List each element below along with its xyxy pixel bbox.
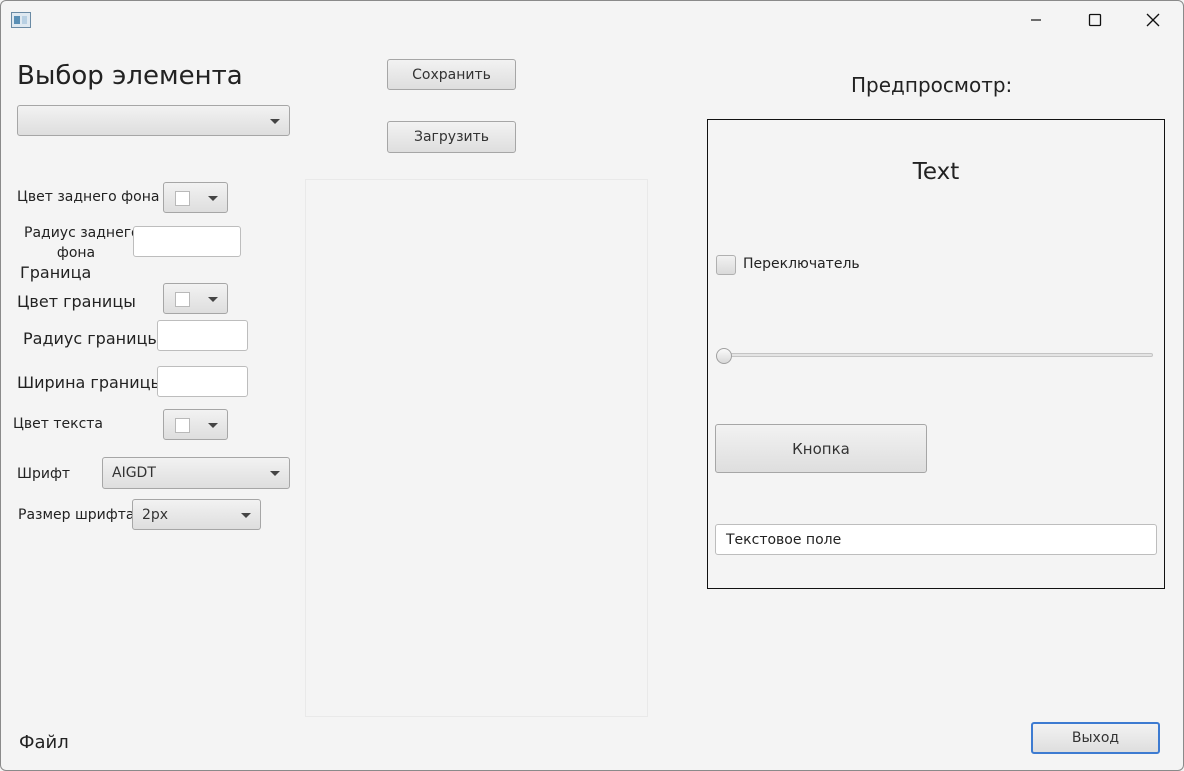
close-button[interactable] [1130,5,1176,35]
element-select[interactable] [17,105,290,136]
font-size-select[interactable]: 2px [132,499,261,530]
border-width-label: Ширина границы [17,373,164,392]
font-select[interactable]: AIGDT [102,457,290,489]
chevron-down-icon [208,195,218,201]
close-icon [1146,13,1160,27]
chevron-down-icon [208,422,218,428]
bg-radius-label-line2: фона [56,245,96,261]
minimize-button[interactable] [1013,5,1059,35]
preview-title: Предпросмотр: [851,73,1013,97]
bg-color-picker[interactable] [163,182,228,213]
chevron-down-icon [241,512,251,518]
bg-color-label: Цвет заднего фона [17,189,160,205]
app-window: Выбор элемента Цвет заднего фона Радиус … [0,0,1184,771]
elements-list[interactable] [305,179,648,717]
font-label: Шрифт [17,466,71,482]
preview-panel: Text Переключатель Кнопка Текстовое поле [707,119,1165,589]
border-section-label: Граница [20,263,92,282]
color-swatch [175,292,190,307]
border-color-label: Цвет границы [17,292,136,311]
load-button[interactable]: Загрузить [387,121,516,153]
preview-textfield[interactable]: Текстовое поле [715,524,1157,555]
app-icon [11,12,31,28]
color-swatch [175,418,190,433]
preview-checkbox[interactable] [716,255,736,275]
bg-radius-input[interactable] [133,226,241,257]
preview-button[interactable]: Кнопка [715,424,927,473]
element-select-title: Выбор элемента [17,61,243,91]
border-radius-input[interactable] [157,320,248,351]
exit-button[interactable]: Выход [1031,722,1160,754]
text-color-label: Цвет текста [13,416,103,432]
bg-radius-label-line1: Радиус заднего [24,225,140,241]
preview-slider-track[interactable] [720,353,1153,357]
font-select-value: AIGDT [112,465,156,481]
preview-text: Text [912,159,960,185]
chevron-down-icon [270,118,280,124]
minimize-icon [1031,19,1041,21]
maximize-icon [1088,13,1102,27]
preview-checkbox-label: Переключатель [743,256,860,272]
file-label: Файл [19,732,69,753]
chevron-down-icon [208,296,218,302]
border-width-input[interactable] [157,366,248,397]
preview-slider-thumb[interactable] [716,348,732,364]
border-radius-label: Радиус границы [23,329,161,348]
chevron-down-icon [270,471,280,476]
maximize-button[interactable] [1072,5,1118,35]
text-color-picker[interactable] [163,409,228,440]
border-color-picker[interactable] [163,283,228,314]
bg-radius-label: Радиус заднего фона [24,223,140,263]
font-size-label: Размер шрифта [18,507,135,523]
color-swatch [175,191,190,206]
font-size-select-value: 2px [142,506,169,523]
save-button[interactable]: Сохранить [387,59,516,90]
